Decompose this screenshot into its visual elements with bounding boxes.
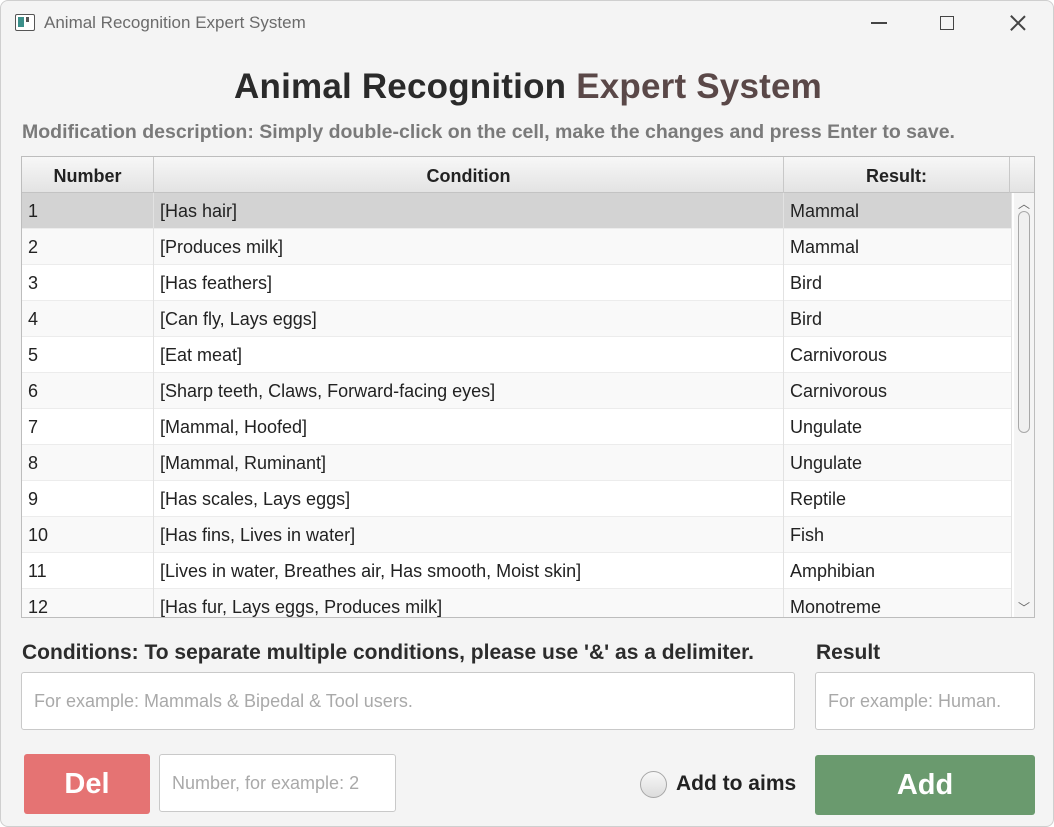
- table-row[interactable]: 1 [Has hair] Mammal: [22, 193, 1012, 229]
- cell-number[interactable]: 5: [22, 337, 154, 373]
- delete-button[interactable]: Del: [24, 754, 150, 814]
- page-title: Animal Recognition Expert System: [1, 67, 1053, 107]
- add-to-aims-radio[interactable]: [640, 771, 667, 798]
- table-row[interactable]: 5 [Eat meat] Carnivorous: [22, 337, 1012, 373]
- cell-condition[interactable]: [Mammal, Hoofed]: [154, 409, 784, 445]
- minimize-icon: [871, 22, 887, 24]
- cell-number[interactable]: 7: [22, 409, 154, 445]
- cell-result[interactable]: Carnivorous: [784, 337, 1012, 373]
- window-title: Animal Recognition Expert System: [44, 13, 306, 32]
- table-row[interactable]: 2 [Produces milk] Mammal: [22, 229, 1012, 265]
- cell-result[interactable]: Bird: [784, 265, 1012, 301]
- cell-number[interactable]: 1: [22, 193, 154, 229]
- cell-condition[interactable]: [Has feathers]: [154, 265, 784, 301]
- rules-table: Number Condition Result: 1 [Has hair] Mamm…: [21, 156, 1035, 618]
- table-row[interactable]: 6 [Sharp teeth, Claws, Forward-facing eye…: [22, 373, 1012, 409]
- table-row[interactable]: 8 [Mammal, Ruminant] Ungulate: [22, 445, 1012, 481]
- table-row[interactable]: 11 [Lives in water, Breathes air, Has smo…: [22, 553, 1012, 589]
- table-scrollbar[interactable]: ︿ ﹀: [1014, 193, 1034, 617]
- table-row[interactable]: 10 [Has fins, Lives in water] Fish: [22, 517, 1012, 553]
- cell-condition[interactable]: [Eat meat]: [154, 337, 784, 373]
- table-header: Number Condition Result:: [22, 157, 1034, 193]
- cell-condition[interactable]: [Has fur, Lays eggs, Produces milk]: [154, 589, 784, 617]
- maximize-button[interactable]: [927, 9, 967, 37]
- maximize-icon: [940, 16, 954, 30]
- minimize-button[interactable]: [859, 9, 899, 37]
- cell-result[interactable]: Mammal: [784, 193, 1012, 229]
- close-button[interactable]: [998, 9, 1038, 37]
- add-button[interactable]: Add: [815, 755, 1035, 815]
- table-row[interactable]: 3 [Has feathers] Bird: [22, 265, 1012, 301]
- cell-condition[interactable]: [Produces milk]: [154, 229, 784, 265]
- title-bar: Animal Recognition Expert System: [1, 1, 1053, 45]
- cell-result[interactable]: Ungulate: [784, 409, 1012, 445]
- cell-result[interactable]: Reptile: [784, 481, 1012, 517]
- cell-number[interactable]: 6: [22, 373, 154, 409]
- page-title-part2: Expert System: [576, 67, 822, 106]
- cell-number[interactable]: 3: [22, 265, 154, 301]
- column-header-number[interactable]: Number: [22, 157, 154, 193]
- cell-condition[interactable]: [Lives in water, Breathes air, Has smoot…: [154, 553, 784, 589]
- cell-result[interactable]: Fish: [784, 517, 1012, 553]
- app-window: Animal Recognition Expert System Animal …: [0, 0, 1054, 827]
- scroll-down-icon[interactable]: ﹀: [1018, 599, 1030, 616]
- close-icon: [1009, 14, 1027, 32]
- app-icon: [15, 14, 35, 31]
- cell-condition[interactable]: [Sharp teeth, Claws, Forward-facing eyes…: [154, 373, 784, 409]
- cell-number[interactable]: 11: [22, 553, 154, 589]
- column-header-condition[interactable]: Condition: [154, 157, 784, 193]
- modification-description: Modification description: Simply double-…: [22, 121, 955, 143]
- cell-result[interactable]: Bird: [784, 301, 1012, 337]
- add-to-aims-label[interactable]: Add to aims: [676, 772, 796, 796]
- cell-result[interactable]: Amphibian: [784, 553, 1012, 589]
- cell-result[interactable]: Carnivorous: [784, 373, 1012, 409]
- cell-condition[interactable]: [Has fins, Lives in water]: [154, 517, 784, 553]
- cell-condition[interactable]: [Can fly, Lays eggs]: [154, 301, 784, 337]
- cell-result[interactable]: Ungulate: [784, 445, 1012, 481]
- cell-result[interactable]: Mammal: [784, 229, 1012, 265]
- cell-condition[interactable]: [Has scales, Lays eggs]: [154, 481, 784, 517]
- result-label: Result: [816, 641, 881, 664]
- table-row[interactable]: 7 [Mammal, Hoofed] Ungulate: [22, 409, 1012, 445]
- conditions-input[interactable]: [21, 672, 795, 730]
- table-row[interactable]: 9 [Has scales, Lays eggs] Reptile: [22, 481, 1012, 517]
- table-row[interactable]: 12 [Has fur, Lays eggs, Produces milk] Mon…: [22, 589, 1012, 617]
- result-input[interactable]: [815, 672, 1035, 730]
- cell-number[interactable]: 12: [22, 589, 154, 617]
- cell-number[interactable]: 8: [22, 445, 154, 481]
- cell-number[interactable]: 4: [22, 301, 154, 337]
- scroll-thumb[interactable]: [1018, 211, 1030, 433]
- column-header-result[interactable]: Result:: [784, 157, 1010, 193]
- number-input[interactable]: [159, 754, 396, 812]
- cell-condition[interactable]: [Has hair]: [154, 193, 784, 229]
- column-menu-corner[interactable]: [1010, 157, 1034, 193]
- page-title-part1: Animal Recognition: [234, 67, 567, 106]
- scroll-up-icon[interactable]: ︿: [1018, 195, 1030, 212]
- cell-number[interactable]: 2: [22, 229, 154, 265]
- cell-condition[interactable]: [Mammal, Ruminant]: [154, 445, 784, 481]
- cell-number[interactable]: 10: [22, 517, 154, 553]
- table-row[interactable]: 4 [Can fly, Lays eggs] Bird: [22, 301, 1012, 337]
- cell-result[interactable]: Monotreme: [784, 589, 1012, 617]
- conditions-label: Conditions: To separate multiple conditi…: [22, 641, 754, 664]
- cell-number[interactable]: 9: [22, 481, 154, 517]
